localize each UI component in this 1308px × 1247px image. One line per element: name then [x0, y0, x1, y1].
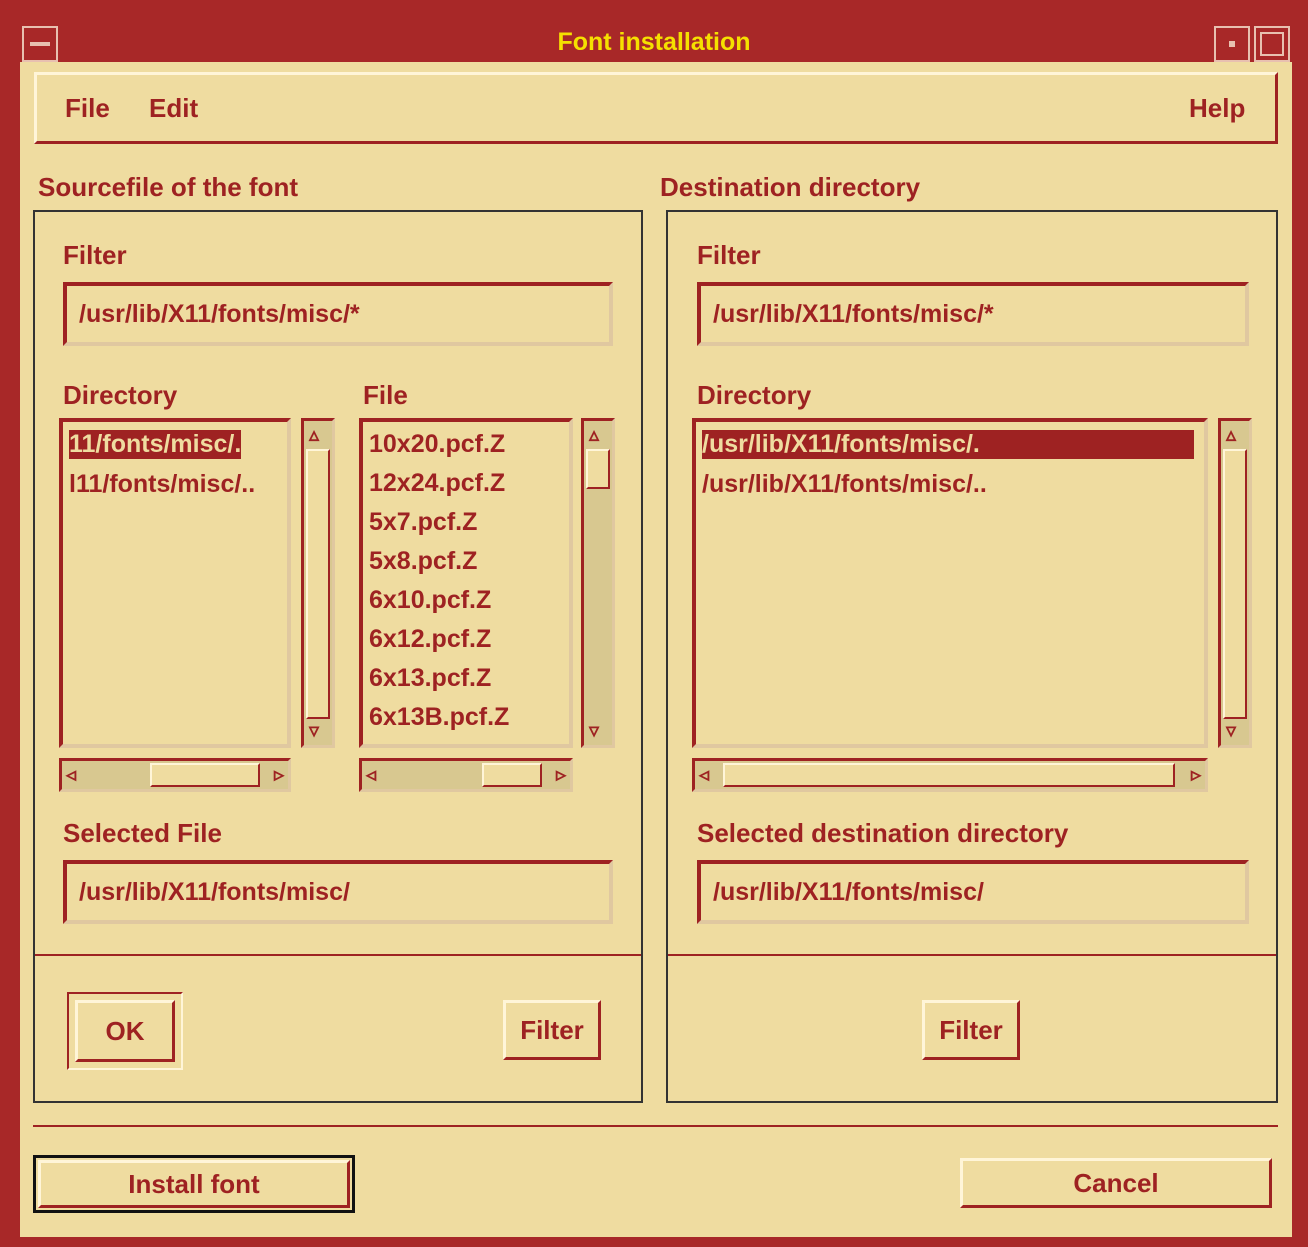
source-file-vscroll[interactable]: ▵ ▿ — [581, 418, 615, 748]
destination-directory-list[interactable]: /usr/lib/X11/fonts/misc/. /usr/lib/X11/f… — [692, 418, 1208, 748]
destination-heading: Destination directory — [660, 172, 921, 202]
scroll-left-icon[interactable]: ◃ — [366, 765, 376, 785]
selected-file-label: Selected File — [63, 818, 222, 848]
selected-file-value: /usr/lib/X11/fonts/misc/ — [79, 878, 350, 906]
selected-destination-label: Selected destination directory — [697, 818, 1069, 848]
selected-destination-value: /usr/lib/X11/fonts/misc/ — [713, 878, 984, 906]
menu-edit[interactable]: Edit — [149, 93, 198, 124]
list-item[interactable]: 6x13.pcf.Z — [369, 664, 491, 693]
scroll-thumb[interactable] — [1223, 449, 1247, 719]
list-item[interactable]: 6x13B.pcf.Z — [369, 703, 509, 732]
scroll-right-icon[interactable]: ▹ — [274, 765, 284, 785]
scroll-down-icon[interactable]: ▿ — [589, 721, 599, 741]
source-filter-value: /usr/lib/X11/fonts/misc/* — [79, 300, 360, 328]
scroll-thumb[interactable] — [723, 763, 1175, 787]
source-directory-vscroll[interactable]: ▵ ▿ — [301, 418, 335, 748]
default-button-frame: OK — [67, 992, 183, 1070]
scroll-up-icon[interactable]: ▵ — [1226, 425, 1236, 445]
scroll-down-icon[interactable]: ▿ — [1226, 721, 1236, 741]
source-filter-input[interactable]: /usr/lib/X11/fonts/misc/* — [63, 282, 613, 346]
menu-bar: File Edit Help — [34, 72, 1278, 144]
bottom-divider — [33, 1125, 1278, 1127]
list-item[interactable]: 5x7.pcf.Z — [369, 508, 477, 537]
scroll-right-icon[interactable]: ▹ — [556, 765, 566, 785]
selected-file-input[interactable]: /usr/lib/X11/fonts/misc/ — [63, 860, 613, 924]
source-panel: Filter /usr/lib/X11/fonts/misc/* Directo… — [33, 210, 643, 1103]
destination-panel: Filter /usr/lib/X11/fonts/misc/* Directo… — [666, 210, 1278, 1103]
ok-button[interactable]: OK — [75, 1000, 175, 1062]
minimize-icon — [1229, 41, 1235, 47]
scroll-down-icon[interactable]: ▿ — [309, 721, 319, 741]
source-directory-label: Directory — [63, 380, 178, 410]
minimize-button[interactable] — [1214, 26, 1250, 62]
list-item[interactable]: 5x8.pcf.Z — [369, 547, 477, 576]
destination-filter-value: /usr/lib/X11/fonts/misc/* — [713, 300, 994, 328]
scroll-right-icon[interactable]: ▹ — [1191, 765, 1201, 785]
source-directory-hscroll[interactable]: ◃ ▹ — [59, 758, 291, 792]
destination-filter-input[interactable]: /usr/lib/X11/fonts/misc/* — [697, 282, 1249, 346]
source-filter-label: Filter — [63, 240, 127, 270]
scroll-thumb[interactable] — [150, 763, 260, 787]
destination-filter-button[interactable]: Filter — [922, 1000, 1020, 1060]
source-file-label: File — [363, 380, 408, 410]
selected-destination-input[interactable]: /usr/lib/X11/fonts/misc/ — [697, 860, 1249, 924]
menu-help[interactable]: Help — [1189, 93, 1245, 124]
list-item[interactable]: 10x20.pcf.Z — [369, 430, 505, 459]
window-title: Font installation — [557, 28, 751, 56]
scroll-thumb[interactable] — [586, 449, 610, 489]
scroll-left-icon[interactable]: ◃ — [699, 765, 709, 785]
title-bar[interactable]: Font installation — [8, 8, 1300, 64]
scroll-thumb[interactable] — [482, 763, 542, 787]
source-filter-button[interactable]: Filter — [503, 1000, 601, 1060]
source-directory-list[interactable]: 11/fonts/misc/. l11/fonts/misc/.. — [59, 418, 291, 748]
source-file-list[interactable]: 10x20.pcf.Z 12x24.pcf.Z 5x7.pcf.Z 5x8.pc… — [359, 418, 573, 748]
list-item[interactable]: 6x10.pcf.Z — [369, 586, 491, 615]
divider — [668, 954, 1276, 956]
install-font-button[interactable]: Install font — [38, 1160, 350, 1208]
list-item[interactable]: 6x12.pcf.Z — [369, 625, 491, 654]
divider — [35, 954, 641, 956]
scroll-up-icon[interactable]: ▵ — [309, 425, 319, 445]
list-item[interactable]: 11/fonts/misc/. — [69, 430, 242, 459]
destination-directory-label: Directory — [697, 380, 812, 410]
cancel-button[interactable]: Cancel — [960, 1158, 1272, 1208]
default-action-frame: Install font — [33, 1155, 355, 1213]
scroll-left-icon[interactable]: ◃ — [66, 765, 76, 785]
list-item[interactable]: /usr/lib/X11/fonts/misc/. — [702, 430, 1194, 459]
menu-file[interactable]: File — [65, 93, 110, 124]
maximize-button[interactable] — [1254, 26, 1290, 62]
maximize-icon — [1260, 32, 1284, 56]
dialog-body: File Edit Help Sourcefile of the font Fi… — [20, 62, 1292, 1237]
destination-directory-vscroll[interactable]: ▵ ▿ — [1218, 418, 1252, 748]
destination-filter-label: Filter — [697, 240, 761, 270]
source-heading: Sourcefile of the font — [38, 172, 298, 202]
scroll-up-icon[interactable]: ▵ — [589, 425, 599, 445]
scroll-thumb[interactable] — [306, 449, 330, 719]
list-item[interactable]: /usr/lib/X11/fonts/misc/.. — [702, 470, 987, 499]
source-file-hscroll[interactable]: ◃ ▹ — [359, 758, 573, 792]
destination-directory-hscroll[interactable]: ◃ ▹ — [692, 758, 1208, 792]
font-installation-window: Font installation File Edit Help Sourcef… — [0, 0, 1308, 1247]
list-item[interactable]: l11/fonts/misc/.. — [69, 470, 255, 499]
list-item[interactable]: 12x24.pcf.Z — [369, 469, 505, 498]
